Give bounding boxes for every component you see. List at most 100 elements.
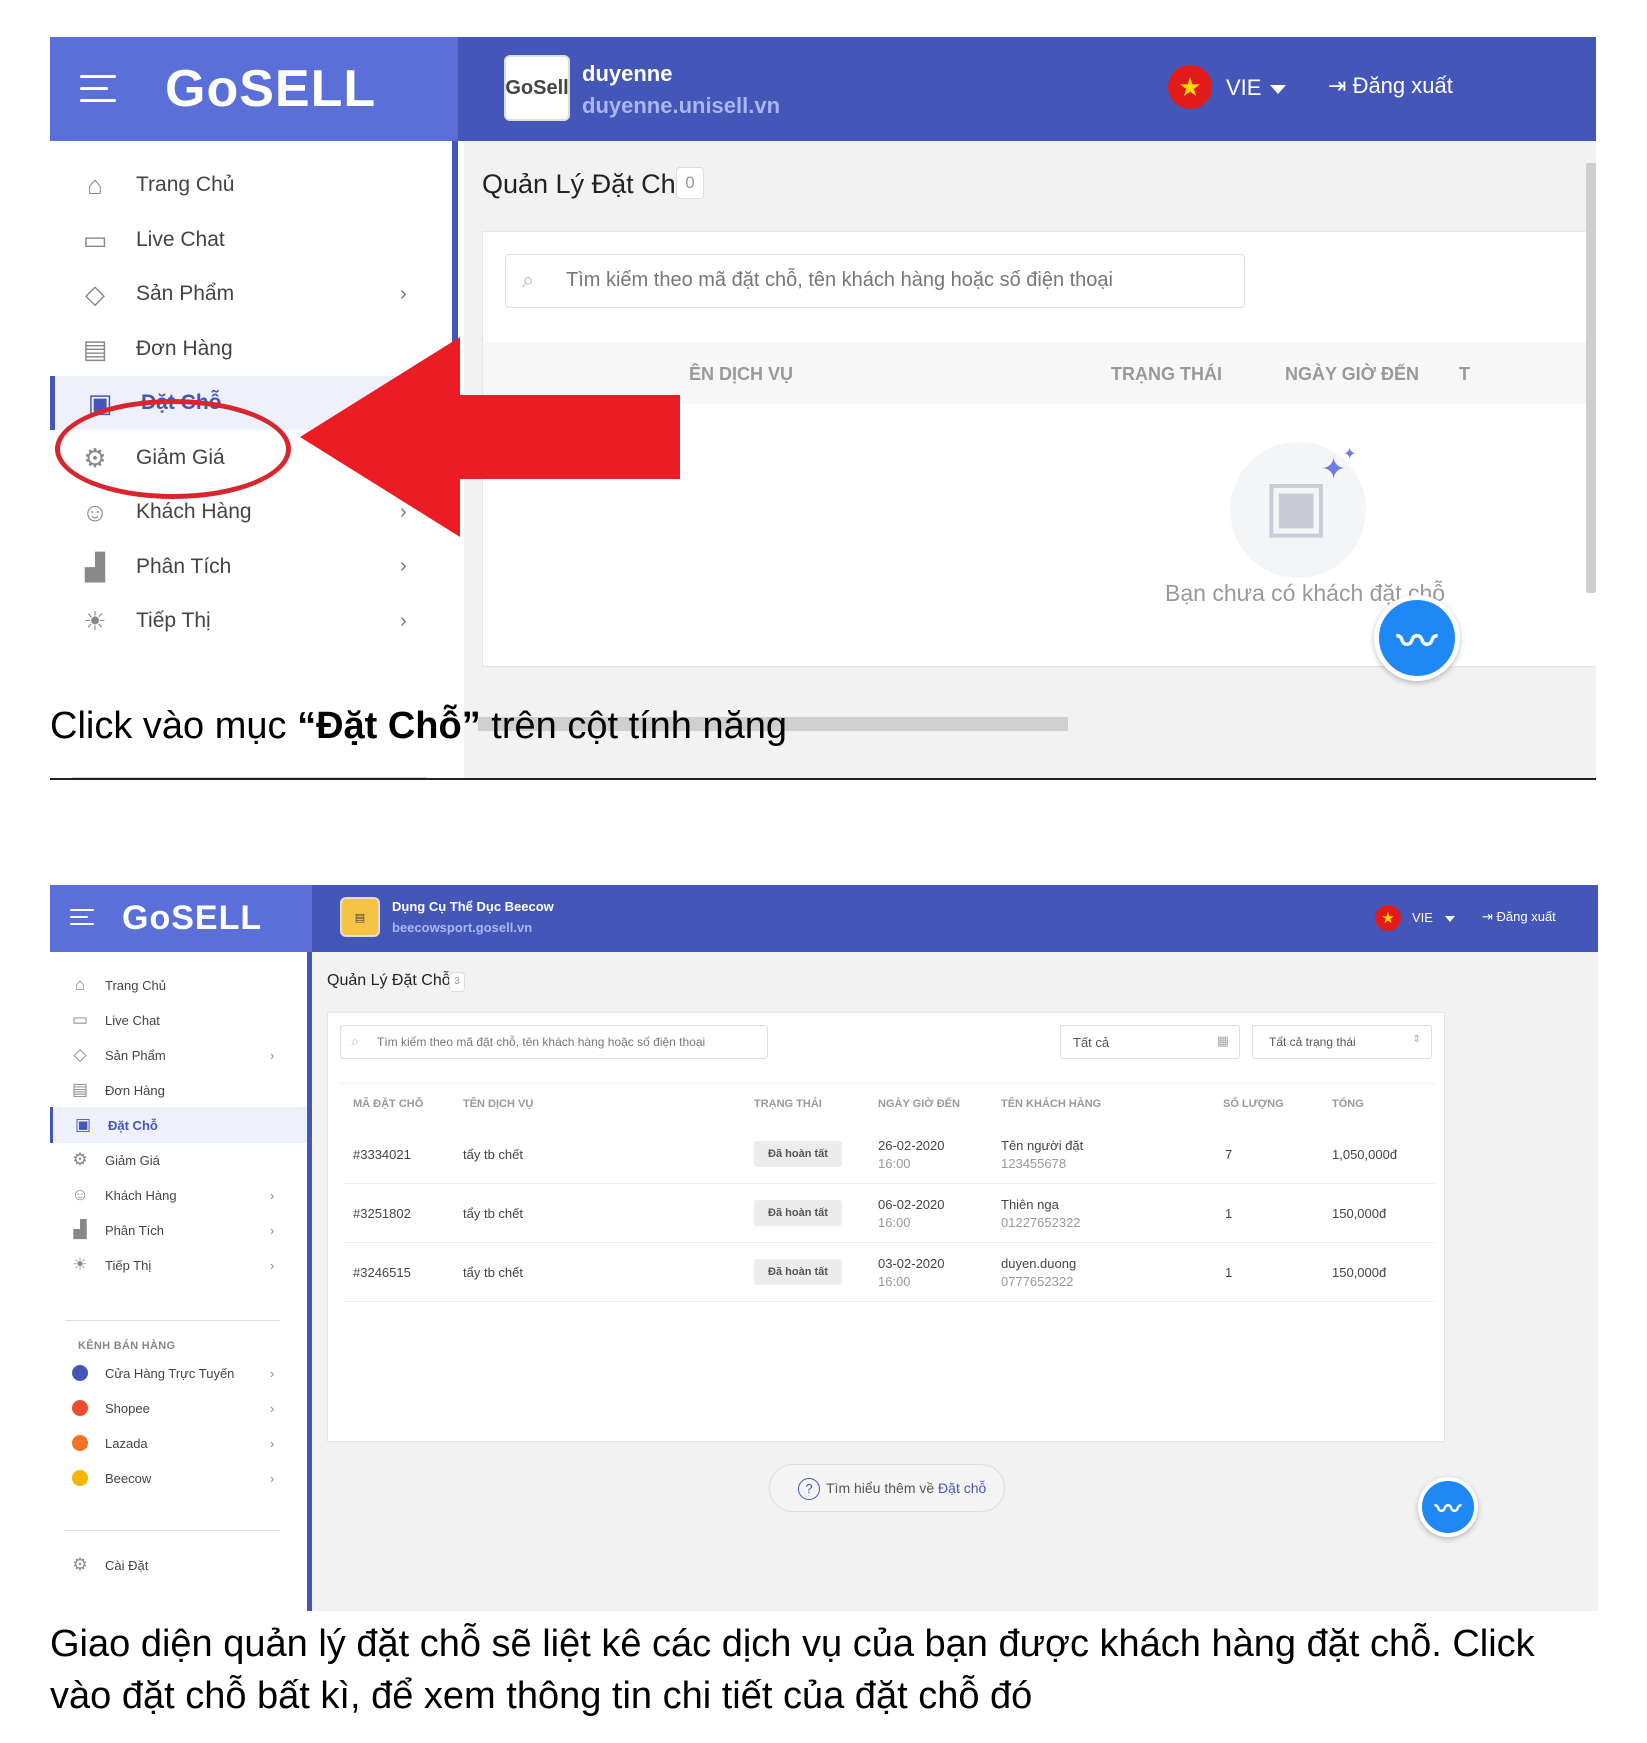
logout-button[interactable]: ⇥ Đăng xuất bbox=[1482, 909, 1556, 925]
table-row[interactable]: #3334021 tẩy tb chết 26-02-2020 16:00 Tên ng… bbox=[343, 1125, 1435, 1184]
status-filter[interactable]: Tất cả trạng thái ⇕ bbox=[1252, 1025, 1432, 1059]
sidebar-item-0[interactable]: ⌂ Trang Chủ bbox=[50, 158, 458, 212]
menu-icon[interactable] bbox=[70, 909, 94, 927]
channel-item-1[interactable]: Shopee › bbox=[50, 1390, 307, 1426]
sidebar-divider-2 bbox=[65, 1530, 280, 1531]
sort-icon: ⇕ bbox=[1412, 1034, 1421, 1045]
channel-icon bbox=[72, 1470, 88, 1486]
channel-item-2[interactable]: Lazada › bbox=[50, 1425, 307, 1461]
top-header: ▤ Dụng Cụ Thể Dục Beecow beecowsport.gos… bbox=[312, 885, 1598, 952]
sidebar-item-settings[interactable]: ⚙ Cài Đặt bbox=[50, 1547, 307, 1583]
sidebar-item-1[interactable]: ▭ Live Chat bbox=[50, 213, 458, 267]
chevron-right-icon: › bbox=[400, 555, 407, 577]
date-filter[interactable]: Tất cả ▦ bbox=[1060, 1025, 1240, 1059]
language-label[interactable]: VIE bbox=[1226, 75, 1261, 101]
status-filter-label: Tất cả trạng thái bbox=[1269, 1035, 1356, 1049]
chevron-right-icon: › bbox=[270, 1187, 275, 1203]
main-content: Quản Lý Đặt Chỗ 3 ⌕ Tìm kiếm theo mã đặt… bbox=[312, 952, 1598, 1611]
sidebar-item-6[interactable]: ☺ Khách Hàng › bbox=[50, 1177, 307, 1213]
total-amount: 150,000đ bbox=[1332, 1265, 1387, 1280]
vertical-scrollbar[interactable] bbox=[1586, 163, 1596, 593]
service-name: tẩy tb chết bbox=[463, 1206, 523, 1221]
sidebar-item-7[interactable]: ▟ Phân Tích › bbox=[50, 1212, 307, 1248]
calendar-check-icon: ▣ bbox=[1263, 466, 1330, 544]
table-row[interactable]: #3246515 tẩy tb chết 03-02-2020 16:00 duyen.… bbox=[343, 1243, 1435, 1302]
page-title: Quản Lý Đặt Chỗ bbox=[482, 169, 691, 199]
home-icon: ⌂ bbox=[87, 170, 103, 200]
receipt-icon: ▤ bbox=[82, 333, 108, 364]
channel-item-3[interactable]: Beecow › bbox=[50, 1460, 307, 1496]
caption-2: Giao diện quản lý đặt chỗ sẽ liệt kê các… bbox=[50, 1618, 1535, 1722]
booking-card: ⌕ Tìm kiếm theo mã đặt chỗ, tên khách hà… bbox=[327, 1012, 1445, 1442]
chevron-right-icon: › bbox=[270, 1365, 275, 1381]
language-label[interactable]: VIE bbox=[1412, 910, 1433, 925]
search-input[interactable]: ⌕ Tìm kiếm theo mã đặt chỗ, tên khách hà… bbox=[505, 254, 1245, 308]
booking-id: #3334021 bbox=[353, 1147, 411, 1162]
receipt-icon: ▤ bbox=[71, 1080, 89, 1099]
sidebar-item-label: Phân Tích bbox=[136, 554, 232, 578]
caption-1-bold: “Đặt Chỗ” bbox=[297, 705, 481, 747]
search-placeholder: Tìm kiếm theo mã đặt chỗ, tên khách hàng… bbox=[566, 269, 1113, 291]
menu-icon[interactable] bbox=[80, 75, 116, 103]
sidebar-item-7[interactable]: ▟ Phân Tích › bbox=[50, 540, 458, 594]
search-input[interactable]: ⌕ Tìm kiếm theo mã đặt chỗ, tên khách hà… bbox=[340, 1025, 768, 1059]
gear-icon: ⚙ bbox=[72, 1555, 88, 1574]
learn-more-link[interactable]: Đặt chỗ bbox=[938, 1480, 986, 1496]
customer-name: Thiên nga bbox=[1001, 1197, 1059, 1212]
col-total: TỔNG bbox=[1332, 1098, 1364, 1110]
logout-button[interactable]: ⇥ Đăng xuất bbox=[1328, 73, 1453, 99]
col-date: NGÀY GIỜ ĐẾN bbox=[878, 1098, 960, 1110]
sidebar-item-4[interactable]: ▣ Đặt Chỗ bbox=[50, 1107, 307, 1143]
sidebar-item-1[interactable]: ▭ Live Chat bbox=[50, 1002, 307, 1038]
chevron-down-icon[interactable] bbox=[1270, 85, 1286, 94]
sidebar-item-label: Live Chat bbox=[136, 227, 225, 251]
chevron-right-icon: › bbox=[270, 1435, 275, 1451]
sidebar-item-label: Live Chat bbox=[105, 1012, 160, 1028]
customer-phone: 123455678 bbox=[1001, 1156, 1067, 1171]
caption-2-line-2: vào đặt chỗ bất kì, để xem thông tin chi… bbox=[50, 1675, 1033, 1717]
sidebar-item-label: Trang Chủ bbox=[136, 173, 235, 196]
channel-label: Beecow bbox=[105, 1470, 152, 1486]
channel-label: Cửa Hàng Trực Tuyến bbox=[105, 1365, 235, 1381]
sidebar-item-0[interactable]: ⌂ Trang Chủ bbox=[50, 967, 307, 1003]
channel-item-0[interactable]: Cửa Hàng Trực Tuyến › bbox=[50, 1355, 307, 1391]
shop-name: duyenne bbox=[582, 61, 673, 86]
sidebar-item-label: Đơn Hàng bbox=[136, 336, 233, 360]
sidebar-item-8[interactable]: ☀ Tiếp Thị › bbox=[50, 594, 458, 648]
col-qty: SỐ LƯỢNG bbox=[1223, 1098, 1284, 1110]
arrival-date: 03-02-2020 bbox=[878, 1256, 945, 1271]
sparkle-small-icon: ✦ bbox=[1343, 446, 1357, 463]
col-service: ÊN DỊCH VỤ bbox=[689, 364, 794, 384]
date-filter-label: Tất cả bbox=[1073, 1035, 1110, 1050]
search-placeholder: Tìm kiếm theo mã đặt chỗ, tên khách hàng… bbox=[377, 1035, 706, 1049]
shop-url: duyenne.unisell.vn bbox=[582, 93, 781, 118]
table-row[interactable]: #3251802 tẩy tb chết 06-02-2020 16:00 Thiên … bbox=[343, 1184, 1435, 1243]
messenger-icon[interactable]: 〰 bbox=[1418, 1477, 1478, 1537]
status-badge: Đã hoàn tất bbox=[754, 1259, 842, 1285]
users-icon: ☺ bbox=[81, 497, 109, 527]
customer-phone: 0777652322 bbox=[1001, 1274, 1074, 1289]
header-divider bbox=[340, 1083, 1434, 1084]
chart-icon: ▟ bbox=[73, 1220, 87, 1239]
brand-logo: GoSELL bbox=[165, 60, 377, 118]
learn-more-button[interactable]: ? Tìm hiểu thêm về Đặt chỗ bbox=[769, 1464, 1005, 1512]
arrival-date: 26-02-2020 bbox=[878, 1138, 945, 1153]
channel-icon bbox=[72, 1365, 88, 1381]
caption-1-prefix: Click vào mục bbox=[50, 705, 298, 747]
vietnam-flag-icon[interactable]: ★ bbox=[1375, 905, 1401, 931]
service-name: tẩy tb chết bbox=[463, 1265, 523, 1280]
arrival-time: 16:00 bbox=[878, 1215, 911, 1230]
sidebar-item-2[interactable]: ◇ Sản Phẩm › bbox=[50, 267, 458, 321]
sidebar-item-5[interactable]: ⚙ Giảm Giá bbox=[50, 1142, 307, 1178]
sidebar-item-2[interactable]: ◇ Sản Phẩm › bbox=[50, 1037, 307, 1073]
chevron-down-icon[interactable] bbox=[1445, 916, 1455, 922]
caption-1: Click vào mục “Đặt Chỗ” trên cột tính nă… bbox=[50, 700, 787, 752]
screenshot-2: GoSELL ▤ Dụng Cụ Thể Dục Beecow beecowsp… bbox=[50, 885, 1598, 1611]
logo-bar: GoSELL bbox=[50, 37, 458, 141]
logout-icon: ⇥ bbox=[1482, 909, 1493, 924]
sidebar-item-3[interactable]: ▤ Đơn Hàng bbox=[50, 1072, 307, 1108]
tag-icon: ◇ bbox=[85, 279, 105, 309]
vietnam-flag-icon[interactable]: ★ bbox=[1168, 65, 1212, 109]
messenger-icon[interactable]: 〰 bbox=[1374, 595, 1460, 681]
sidebar-item-8[interactable]: ☀ Tiếp Thị › bbox=[50, 1247, 307, 1283]
